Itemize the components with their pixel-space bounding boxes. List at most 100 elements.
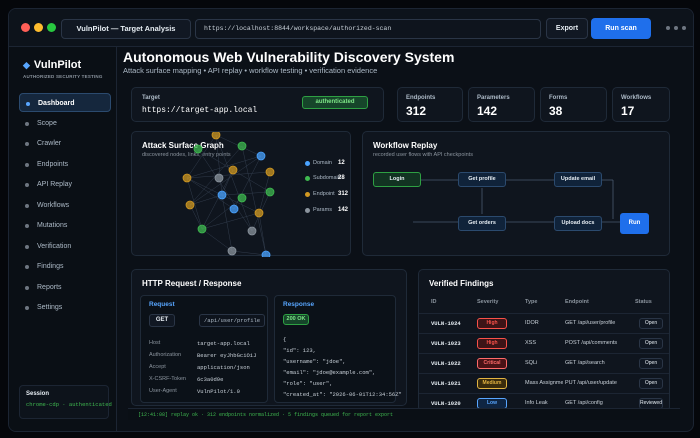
column-header-severity[interactable]: Severity xyxy=(477,299,498,305)
stat-value: 142 xyxy=(477,104,498,118)
stat-card-parameters[interactable]: Parameters 142 xyxy=(468,87,535,122)
workflow-node-get-orders[interactable]: Get orders xyxy=(458,216,506,231)
finding-type: SQLi xyxy=(525,360,538,366)
graph-node[interactable] xyxy=(237,193,247,203)
auth-status-badge: authenticated xyxy=(302,96,368,109)
graph-node[interactable] xyxy=(229,204,239,214)
header-value: Bearer eyJhbGciOiJ xyxy=(197,352,257,359)
severity-badge: Critical xyxy=(477,358,507,369)
sidebar-item-scope[interactable]: Scope xyxy=(19,114,111,133)
nav-dot-icon xyxy=(25,244,29,249)
sidebar-item-mutations[interactable]: Mutations xyxy=(19,216,111,235)
workflow-run-button[interactable]: Run xyxy=(620,213,649,234)
brand: ◆ VulnPilot xyxy=(23,59,81,71)
graph-node[interactable] xyxy=(265,187,275,197)
table-row[interactable]: VULN-1023 High XSS POST /api/comments Op… xyxy=(419,333,669,353)
more-icon[interactable] xyxy=(682,26,686,30)
graph-node[interactable] xyxy=(217,190,227,200)
column-header-status[interactable]: Status xyxy=(635,299,652,305)
maximize-window-dot[interactable] xyxy=(47,23,56,32)
legend-dot-icon xyxy=(305,161,310,166)
header-row: Accept application/json xyxy=(149,364,265,375)
table-row[interactable]: VULN-1024 High IDOR GET /api/user/profil… xyxy=(419,313,669,333)
table-row[interactable]: VULN-1022 Critical SQLi GET /api/search … xyxy=(419,353,669,373)
header-value: application/json xyxy=(197,364,250,371)
more-icon[interactable] xyxy=(674,26,678,30)
diamond-logo-icon: ◆ xyxy=(23,60,30,70)
table-row[interactable]: VULN-1021 Medium Mass Assignment PUT /ap… xyxy=(419,373,669,393)
graph-node[interactable] xyxy=(193,144,203,154)
stat-card-endpoints[interactable]: Endpoints 312 xyxy=(397,87,463,122)
json-line: "created_at": "2026-06-01T12:34:56Z" xyxy=(283,391,402,398)
workflow-node-update-email[interactable]: Update email xyxy=(554,172,602,187)
graph-node[interactable] xyxy=(256,151,266,161)
run-scan-button[interactable]: Run scan xyxy=(591,18,651,39)
header-row: X-CSRF-Token 6c3a0d9e xyxy=(149,376,265,387)
graph-node[interactable] xyxy=(228,165,238,175)
json-line: "username": "jdoe", xyxy=(283,358,346,365)
stat-card-forms[interactable]: Forms 38 xyxy=(540,87,607,122)
session-value: chrome-cdp · authenticated xyxy=(26,401,112,408)
nav-dot-icon xyxy=(25,224,29,228)
graph-node[interactable] xyxy=(214,173,224,183)
graph-node[interactable] xyxy=(247,226,257,236)
sidebar-item-label: Scope xyxy=(37,119,57,127)
url-bar[interactable]: https://localhost:8844/workspace/authori… xyxy=(195,19,541,39)
export-button[interactable]: Export xyxy=(546,18,588,39)
graph-node[interactable] xyxy=(254,208,264,218)
graph-node[interactable] xyxy=(227,246,237,256)
graph-node[interactable] xyxy=(265,167,275,177)
sidebar-item-api-replay[interactable]: API Replay xyxy=(19,175,111,194)
request-path[interactable]: /api/user/profile xyxy=(199,314,265,327)
workflow-node-get-profile[interactable]: Get profile xyxy=(458,172,506,187)
nav-dot-icon xyxy=(25,285,29,290)
graph-node[interactable] xyxy=(182,173,192,183)
sidebar: ◆ VulnPilot AUTHORIZED SECURITY TESTING D… xyxy=(9,47,117,431)
finding-status[interactable]: Open xyxy=(639,378,663,389)
sidebar-item-reports[interactable]: Reports xyxy=(19,278,111,297)
sidebar-item-verification[interactable]: Verification xyxy=(19,237,111,256)
legend-dot-icon xyxy=(305,192,310,197)
graph-node[interactable] xyxy=(261,250,271,257)
brand-tagline: AUTHORIZED SECURITY TESTING xyxy=(23,74,103,79)
session-panel: Session chrome-cdp · authenticated xyxy=(19,385,112,419)
nav-dot-icon xyxy=(25,121,29,126)
finding-status[interactable]: Open xyxy=(639,338,663,349)
graph-node[interactable] xyxy=(237,141,247,151)
finding-status[interactable]: Open xyxy=(639,358,663,369)
column-header-id[interactable]: ID xyxy=(431,299,437,305)
sidebar-item-findings[interactable]: Findings xyxy=(19,257,111,276)
sidebar-item-settings[interactable]: Settings xyxy=(19,298,111,317)
title-bar: VulnPilot — Target Analysis https://loca… xyxy=(9,9,693,47)
session-label: Session xyxy=(26,391,50,397)
nav-dot-icon xyxy=(25,183,29,187)
column-header-endpoint[interactable]: Endpoint xyxy=(565,299,589,305)
finding-type: XSS xyxy=(525,340,537,346)
stat-label: Workflows xyxy=(621,95,652,101)
sidebar-item-crawler[interactable]: Crawler xyxy=(19,134,111,153)
nav-dot-icon xyxy=(26,102,30,106)
more-icon[interactable] xyxy=(666,26,670,30)
minimize-window-dot[interactable] xyxy=(34,23,43,32)
sidebar-item-endpoints[interactable]: Endpoints xyxy=(19,155,111,174)
sidebar-item-label: API Replay xyxy=(37,181,73,188)
json-line: "id": 123, xyxy=(283,347,317,354)
graph-node[interactable] xyxy=(197,224,207,234)
sidebar-item-dashboard[interactable]: Dashboard xyxy=(19,93,111,112)
workflow-node-upload-docs[interactable]: Upload docs xyxy=(554,216,602,231)
http-method[interactable]: GET xyxy=(149,314,175,327)
graph-node[interactable] xyxy=(185,200,195,210)
sidebar-item-workflows[interactable]: Workflows xyxy=(19,196,111,215)
sidebar-item-label: Crawler xyxy=(37,140,62,147)
json-line: "role": "user", xyxy=(283,380,333,387)
finding-endpoint: POST /api/comments xyxy=(565,340,618,346)
stat-card-workflows[interactable]: Workflows 17 xyxy=(612,87,670,122)
brand-name: VulnPilot xyxy=(33,59,82,71)
graph-node[interactable] xyxy=(211,132,221,140)
workflow-node-login[interactable]: Login xyxy=(373,172,421,187)
close-window-dot[interactable] xyxy=(21,23,30,32)
header-row: Authorization Bearer eyJhbGciOiJ xyxy=(149,352,265,363)
finding-status[interactable]: Open xyxy=(639,318,663,329)
finding-id: VULN-1020 xyxy=(431,400,461,407)
column-header-type[interactable]: Type xyxy=(525,299,537,305)
